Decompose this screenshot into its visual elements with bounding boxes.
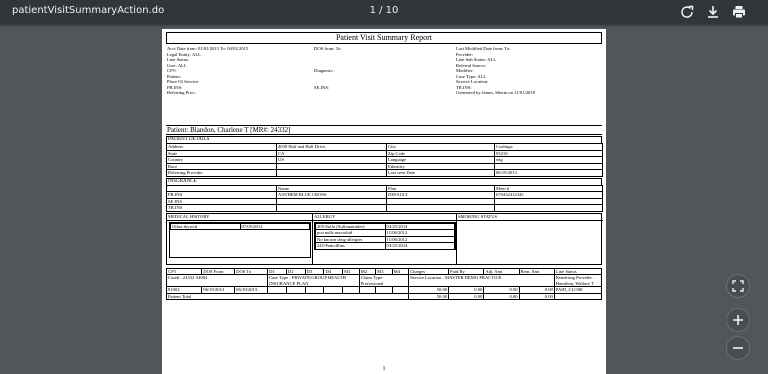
- download-icon[interactable]: [705, 4, 721, 20]
- table-cell: Referring Provider: [166, 169, 277, 177]
- file-title: patientVisitSummaryAction.do: [12, 5, 165, 16]
- zoom-out-button[interactable]: [726, 336, 750, 360]
- patient-heading: Patient: Blandon, Charlene T [MR#: 24332…: [166, 125, 602, 135]
- zoom-in-button[interactable]: [726, 308, 750, 332]
- table-cell: 245-Penicillins: [315, 242, 386, 250]
- case-row: Case# : 24332-34004 Case Type : PRIVATE/G…: [165, 274, 603, 287]
- fit-page-button[interactable]: [726, 274, 750, 298]
- table-cell: 0.00: [483, 292, 520, 300]
- table-cell: [553, 292, 603, 300]
- case-cell: Service Location : MASTER DEMO PRACTICE: [408, 274, 555, 287]
- table-cell: 06/19/2013: [494, 169, 603, 177]
- history-section: MEDICAL HISTORY ALLERGY SMOKING STATUS O…: [166, 212, 603, 265]
- filter-line: Acct Date from: 01/01/2015 To: 04/01/201…: [167, 46, 249, 51]
- filter-line: [314, 90, 342, 96]
- patient-details-table: Address 4039 Half and Half Drive, City Coal…: [166, 143, 603, 177]
- case-cell: Rendering Provider : Hamilton, Wallace T: [553, 274, 603, 287]
- table-cell: 07/05/2012: [239, 222, 310, 230]
- viewer-toolbar: patientVisitSummaryAction.do 1 / 10: [0, 0, 768, 24]
- total-row: Patient Total 50.00 0.00 0.00 0.00: [165, 292, 603, 300]
- filter-line: Generated by James, Sherin on 11/01/2018: [456, 90, 535, 95]
- page-indicator[interactable]: 1 / 10: [360, 5, 408, 16]
- case-cell: Case# : 24332-34004: [165, 274, 269, 287]
- table-cell: Last seen Date: [386, 169, 495, 177]
- table-cell: 50.00: [408, 292, 450, 300]
- case-cell: Case Type : PRIVATE/GROUP HEALTH INSURAN…: [267, 274, 360, 287]
- medical-history-box: Other:thyroid 07/05/2012: [169, 221, 311, 258]
- table-cell: 0.00: [448, 292, 485, 300]
- table-cell: Other:thyroid: [170, 222, 241, 230]
- table-cell: TR.INS: [166, 204, 277, 212]
- table-cell: 0.00: [518, 292, 555, 300]
- filter-column-2: DOS from: To: Diagnosis : SE.INS:: [314, 46, 342, 96]
- print-icon[interactable]: [731, 4, 747, 20]
- insurance-title: INSURANCE: [166, 177, 602, 185]
- patient-details-title: PATIENT DETAILS: [166, 136, 602, 143]
- report-document: Patient Visit Summary Report Acct Date f…: [165, 32, 603, 301]
- filter-column-1: Acct Date from: 01/01/2015 To: 04/01/201…: [167, 46, 248, 96]
- list-item: 245-Penicillins 03/25/2014: [315, 242, 455, 250]
- filter-column-3: Last Modified Date from: To: Provider: Lin…: [456, 46, 535, 96]
- claims-table: CPT DOS From DOS To D1 D2 D3 D4 M1 M2 M3 M4 Charges…: [165, 267, 603, 301]
- rotate-icon[interactable]: [679, 4, 695, 20]
- table-row: TR.INS: [166, 204, 603, 212]
- table-row: Referring Provider Last seen Date 06/19/20…: [166, 169, 603, 177]
- table-cell: Patient Total: [165, 292, 410, 300]
- pdf-page: Patient Visit Summary Report Acct Date f…: [162, 29, 606, 374]
- table-cell: [276, 204, 387, 212]
- case-cell: Claim Type : Professional: [358, 274, 410, 287]
- filter-line: Referring Prov.:: [167, 90, 197, 95]
- report-filters: Acct Date from: 01/01/2015 To: 04/01/201…: [166, 45, 602, 125]
- table-cell: 03/25/2014: [384, 242, 455, 250]
- table-cell: [276, 169, 387, 177]
- list-item: Other:thyroid 07/05/2012: [170, 222, 310, 230]
- insurance-table: Name Plan Mem # PR.INS ANTHEM BLUE CROSS DEFA…: [166, 184, 603, 212]
- report-title: Patient Visit Summary Report: [166, 32, 602, 44]
- table-cell: [386, 204, 495, 212]
- allergy-box: 205-Sulfa (Sulfonamides) 03/25/2014 pcn nu…: [314, 221, 456, 250]
- page-number: 1: [382, 366, 386, 372]
- table-cell: [494, 204, 603, 212]
- filter-line: DOS from: To:: [314, 46, 342, 51]
